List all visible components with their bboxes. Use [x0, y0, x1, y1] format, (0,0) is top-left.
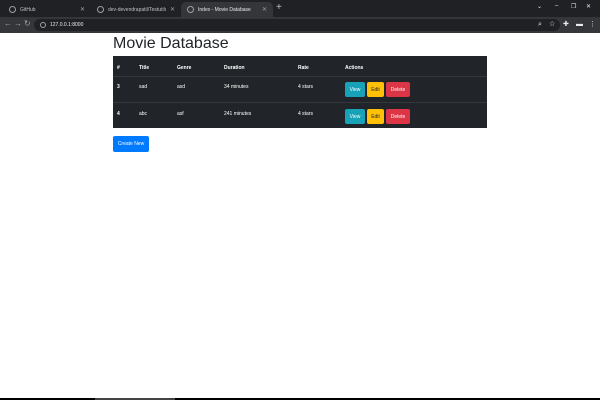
column-header-rate: Rate	[298, 65, 309, 71]
tab-github-repo[interactable]: dev-devendrapatil/Testutils: This ✕	[91, 2, 181, 17]
cell-id: 3	[117, 84, 120, 90]
cell-rate: 4 stars	[298, 84, 314, 90]
column-header-duration: Duration	[224, 65, 245, 71]
cell-id: 4	[117, 111, 120, 117]
close-icon[interactable]: ✕	[170, 6, 175, 13]
tab-label: GitHub	[20, 6, 36, 13]
tab-github[interactable]: GitHub ✕	[3, 2, 91, 17]
table-divider	[113, 102, 487, 103]
site-info-icon[interactable]	[40, 22, 46, 28]
tab-label: Index - Movie Database	[198, 6, 251, 13]
cell-genre: asd	[177, 84, 186, 90]
new-tab-button[interactable]: +	[276, 3, 282, 13]
column-header-title: Title	[139, 65, 150, 71]
edit-button[interactable]: Edit	[367, 109, 384, 124]
cell-genre: asf	[177, 111, 184, 117]
tab-movie-database[interactable]: Index - Movie Database ✕	[181, 2, 273, 17]
close-window-icon[interactable]: ✕	[586, 3, 591, 10]
view-button[interactable]: View	[345, 82, 365, 97]
cell-duration: 34 minutes	[224, 84, 249, 90]
minimize-icon[interactable]: –	[555, 3, 558, 9]
cell-title: sad	[139, 84, 148, 90]
github-icon	[97, 6, 104, 13]
address-bar[interactable]: 127.0.0.1:8000	[34, 19, 560, 31]
restore-icon[interactable]: ❐	[571, 3, 576, 10]
zoom-icon[interactable]: ⌕	[538, 21, 542, 28]
browser-window: GitHub ✕ dev-devendrapatil/Testutils: Th…	[0, 0, 600, 400]
close-icon[interactable]: ✕	[262, 6, 267, 13]
movies-table: # Title Genre Duration Rate Actions 3 sa…	[113, 56, 487, 128]
github-icon	[9, 6, 16, 13]
view-button[interactable]: View	[345, 109, 365, 124]
tab-search-icon[interactable]: ⌄	[537, 3, 542, 10]
cell-rate: 4 stars	[298, 111, 314, 117]
cell-title: abc	[139, 111, 148, 117]
forward-icon[interactable]: →	[14, 20, 22, 28]
folder-icon[interactable]: ▬	[576, 21, 583, 28]
close-icon[interactable]: ✕	[80, 6, 85, 13]
delete-button[interactable]: Delete	[386, 109, 410, 124]
browser-toolbar: ← → ↻ 127.0.0.1:8000 ⌕ ☆ ✚ ▬ ⋮	[0, 17, 600, 33]
tab-bar: GitHub ✕ dev-devendrapatil/Testutils: Th…	[0, 0, 600, 17]
menu-icon[interactable]: ⋮	[589, 21, 596, 28]
reload-icon[interactable]: ↻	[24, 20, 31, 28]
globe-icon	[187, 6, 194, 13]
table-divider	[113, 76, 487, 77]
column-header-genre: Genre	[177, 65, 192, 71]
page-title: Movie Database	[113, 35, 229, 52]
delete-button[interactable]: Delete	[386, 82, 410, 97]
column-header-id: #	[117, 65, 120, 71]
edit-button[interactable]: Edit	[367, 82, 384, 97]
extensions-icon[interactable]: ✚	[563, 21, 569, 28]
tab-label: dev-devendrapatil/Testutils: This	[108, 6, 166, 13]
back-icon[interactable]: ←	[4, 20, 12, 28]
url-text: 127.0.0.1:8000	[50, 22, 84, 28]
cell-duration: 241 minutes	[224, 111, 252, 117]
bookmark-star-icon[interactable]: ☆	[549, 21, 555, 28]
column-header-actions: Actions	[345, 65, 364, 71]
create-new-button[interactable]: Create New	[113, 136, 149, 152]
page-content: Movie Database # Title Genre Duration Ra…	[0, 33, 600, 398]
